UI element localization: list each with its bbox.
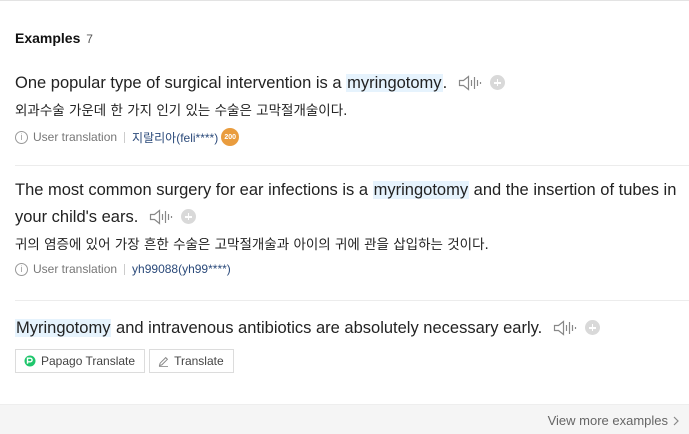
plus-icon[interactable] <box>180 209 196 225</box>
example-item-2: The most common surgery for ear infectio… <box>15 177 689 276</box>
chevron-right-icon <box>673 416 679 426</box>
info-icon: i <box>15 262 28 276</box>
separator <box>124 263 126 275</box>
speaker-icon[interactable] <box>553 319 577 337</box>
example-translation: 귀의 염증에 있어 가장 흔한 수술은 고막절개술과 아이의 귀에 관을 삽입하… <box>15 237 489 253</box>
papago-translate-label: Papago Translate <box>41 354 136 368</box>
translate-buttons: Papago Translate Translate <box>15 349 234 373</box>
source-label: User translation <box>33 130 118 144</box>
user-level-badge: 200 <box>221 128 240 146</box>
plus-icon[interactable] <box>489 75 505 91</box>
sentence-text: One popular type of surgical interventio… <box>15 74 347 92</box>
pen-icon <box>158 356 169 367</box>
papago-logo-icon <box>24 355 36 367</box>
view-more-label: View more examples <box>547 413 668 428</box>
translation-source: i User translation yh99088(yh99****) <box>15 262 689 276</box>
info-icon: i <box>15 130 28 144</box>
sentence-text: The most common surgery for ear infectio… <box>15 181 373 199</box>
sentence-text: and intravenous antibiotics are absolute… <box>111 319 543 337</box>
translate-label: Translate <box>174 354 224 368</box>
translate-button[interactable]: Translate <box>149 349 234 373</box>
user-link[interactable]: yh99088(yh99****) <box>132 262 231 276</box>
example-sentence: The most common surgery for ear infectio… <box>15 177 689 231</box>
example-sentence: One popular type of surgical interventio… <box>15 70 689 97</box>
highlighted-term[interactable]: myringotomy <box>346 74 443 92</box>
top-border <box>0 0 689 1</box>
translation-source: i User translation 지랄리아(feli****) 200 <box>15 128 689 146</box>
example-translation: 외과수술 가운데 한 가지 인기 있는 수술은 고막절개술이다. <box>15 103 348 119</box>
highlighted-term[interactable]: Myringotomy <box>15 319 112 337</box>
papago-translate-button[interactable]: Papago Translate <box>15 349 146 373</box>
user-link[interactable]: 지랄리아(feli****) <box>132 129 218 146</box>
speaker-icon[interactable] <box>458 74 482 92</box>
divider <box>15 165 689 166</box>
examples-title: Examples <box>15 30 81 46</box>
example-sentence: Myringotomy and intravenous antibiotics … <box>15 315 689 342</box>
examples-heading: Examples 7 <box>15 30 93 46</box>
source-label: User translation <box>33 262 118 276</box>
examples-count: 7 <box>86 32 93 46</box>
sentence-text: . <box>442 74 448 92</box>
view-more-examples-link[interactable]: View more examples <box>548 413 679 428</box>
example-item-1: One popular type of surgical interventio… <box>15 70 689 146</box>
speaker-icon[interactable] <box>149 208 173 226</box>
divider <box>15 300 689 301</box>
plus-icon[interactable] <box>584 320 600 336</box>
footer-bar: View more examples <box>0 404 689 434</box>
example-item-3: Myringotomy and intravenous antibiotics … <box>15 315 689 342</box>
separator <box>124 131 126 143</box>
highlighted-term[interactable]: myringotomy <box>372 181 470 199</box>
